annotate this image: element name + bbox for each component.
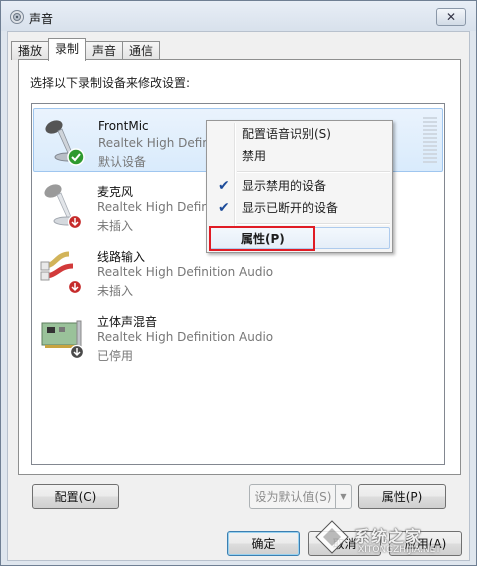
- ok-button[interactable]: 确定: [227, 531, 300, 556]
- tab-strip: 播放 录制 声音 通信: [11, 38, 161, 61]
- menu-item-show-disconnected[interactable]: ✔ 显示已断开的设备: [209, 197, 390, 219]
- microphone-icon: [44, 184, 83, 230]
- device-item-stereo-mix[interactable]: 立体声混音 Realtek High Definition Audio 已停用: [33, 303, 443, 367]
- microphone-icon: [45, 120, 85, 166]
- highlight-box: [209, 226, 315, 251]
- watermark-url: XITONGZHIJIA.NET: [358, 545, 441, 555]
- watermark: 系统之家 XITONGZHIJIA.NET: [306, 511, 476, 567]
- device-driver: Realtek High Definition Audio: [97, 265, 274, 279]
- sound-card-icon: [41, 320, 85, 360]
- device-name: FrontMic: [98, 119, 149, 133]
- menu-item-label: 配置语音识别(S): [242, 127, 331, 141]
- tab-communications[interactable]: 通信: [122, 41, 161, 60]
- close-button[interactable]: ✕: [436, 8, 466, 26]
- device-status: 默认设备: [98, 155, 147, 169]
- tab-playback[interactable]: 播放: [11, 41, 50, 60]
- device-name: 立体声混音: [97, 315, 158, 329]
- set-default-label: 设为默认值(S): [254, 490, 332, 504]
- watermark-logo-icon: [315, 520, 349, 554]
- menu-item-label: 显示禁用的设备: [242, 179, 327, 193]
- set-default-button[interactable]: 设为默认值(S) ▼: [249, 484, 352, 509]
- window-title: 声音: [29, 12, 54, 26]
- menu-separator: [237, 223, 390, 225]
- device-status: 未插入: [97, 219, 134, 233]
- level-meter: [423, 117, 437, 165]
- speaker-icon: [10, 10, 24, 24]
- device-name: 线路输入: [97, 250, 146, 264]
- tab-recording[interactable]: 录制: [48, 38, 87, 61]
- menu-separator: [237, 171, 390, 173]
- checkmark-icon: ✔: [218, 200, 230, 216]
- menu-item-label: 显示已断开的设备: [242, 201, 339, 215]
- close-icon: ✕: [445, 10, 457, 24]
- checkmark-icon: ✔: [218, 178, 230, 194]
- title-bar[interactable]: 声音 ✕: [1, 1, 476, 31]
- properties-button[interactable]: 属性(P): [358, 484, 446, 509]
- tab-sounds[interactable]: 声音: [85, 41, 124, 60]
- menu-item-disable[interactable]: 禁用: [209, 145, 390, 167]
- menu-item-configure-speech[interactable]: 配置语音识别(S): [209, 123, 390, 145]
- instruction-text: 选择以下录制设备来修改设置:: [30, 76, 191, 90]
- menu-item-label: 禁用: [242, 149, 267, 163]
- sound-dialog: 声音 ✕ 播放 录制 声音 通信 选择以下录制设备来修改设置: FrontMic…: [0, 0, 477, 566]
- device-status: 未插入: [97, 284, 134, 298]
- configure-button[interactable]: 配置(C): [32, 484, 119, 509]
- rca-cable-icon: [40, 251, 83, 295]
- menu-item-show-disabled[interactable]: ✔ 显示禁用的设备: [209, 175, 390, 197]
- chevron-down-icon[interactable]: ▼: [335, 485, 351, 508]
- device-driver: Realtek High Definition Audio: [97, 330, 274, 344]
- device-name: 麦克风: [97, 185, 134, 199]
- watermark-text: 系统之家: [354, 527, 423, 546]
- device-status: 已停用: [97, 349, 134, 363]
